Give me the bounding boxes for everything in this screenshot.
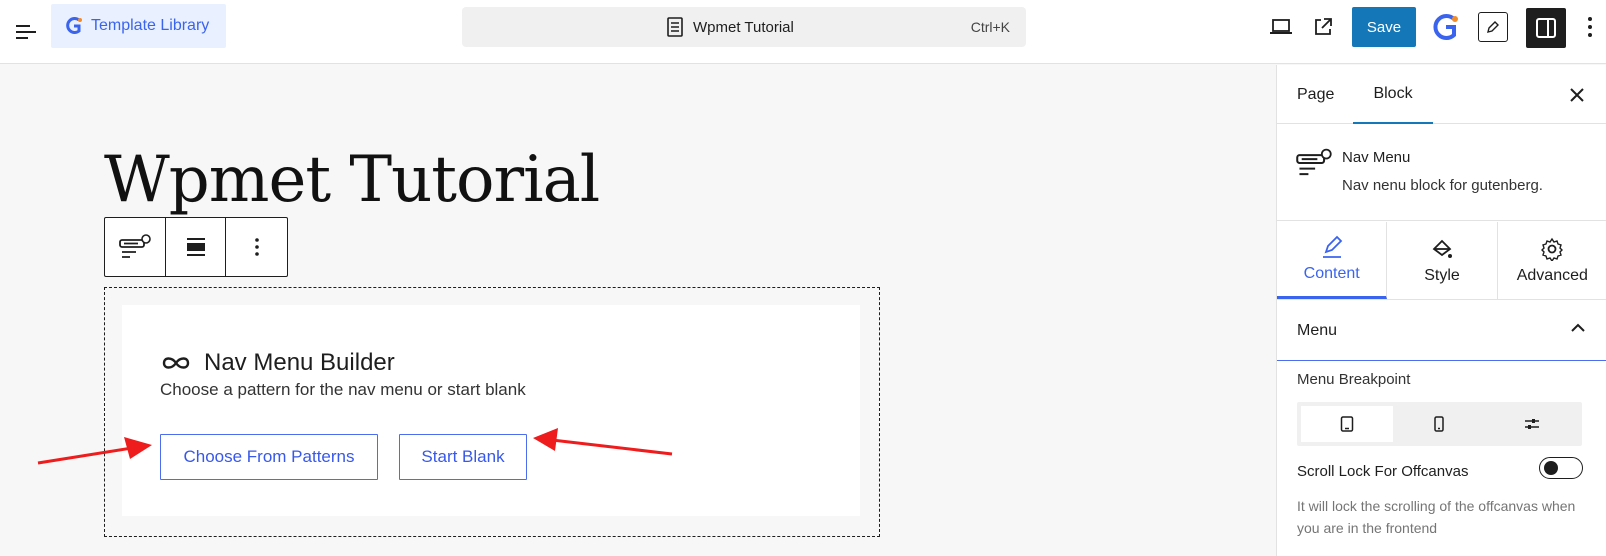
sidebar-tabs: Page Block [1277, 65, 1606, 124]
block-card: Nav Menu Nav nenu block for gutenberg. [1277, 125, 1606, 221]
gutenkit-button[interactable] [1428, 9, 1464, 45]
scroll-lock-toggle[interactable] [1539, 457, 1583, 479]
paint-bucket-icon [1432, 239, 1452, 258]
toggle-knob [1544, 461, 1558, 475]
tab-style-label: Style [1424, 266, 1460, 284]
page-icon [667, 17, 683, 37]
tablet-icon [1340, 416, 1354, 432]
more-vertical-icon [1588, 17, 1592, 37]
desktop-icon [1270, 19, 1292, 34]
sidebar-icon [1536, 18, 1556, 38]
document-bar[interactable]: Wpmet Tutorial Ctrl+K [462, 7, 1026, 47]
editor-canvas: Wpmet Tutorial Nav Menu Builder Choose a… [0, 65, 1275, 556]
tab-style[interactable]: Style [1387, 222, 1498, 299]
chevron-up-icon [1571, 323, 1585, 332]
gear-icon [1541, 237, 1564, 261]
view-post-button[interactable] [1305, 9, 1341, 45]
pencil-icon [1322, 235, 1342, 258]
save-button[interactable]: Save [1352, 7, 1416, 47]
pen-icon [1487, 21, 1499, 33]
annotation-arrows [37, 428, 673, 465]
nav-menu-icon [1296, 148, 1332, 176]
template-library-label: Template Library [91, 17, 210, 34]
settings-sidebar: Page Block Nav Menu Nav nenu block for g… [1276, 65, 1606, 556]
sliders-icon [1524, 419, 1539, 429]
close-sidebar-button[interactable] [1559, 77, 1595, 113]
panel-title: Menu [1297, 321, 1338, 339]
list-view-icon [16, 25, 36, 39]
menu-breakpoint-label: Menu Breakpoint [1297, 371, 1411, 388]
close-icon [1570, 88, 1584, 102]
settings-sidebar-toggle[interactable] [1526, 8, 1566, 48]
tab-content-label: Content [1303, 265, 1360, 282]
document-title: Wpmet Tutorial [693, 18, 794, 36]
block-settings-tabs: Content Style Advanced [1277, 222, 1606, 300]
template-library-button[interactable]: Template Library [51, 4, 226, 48]
gutenkit-logo-icon [66, 17, 82, 34]
preview-button[interactable] [1263, 9, 1299, 45]
document-title-group: Wpmet Tutorial [667, 7, 794, 47]
scroll-lock-label: Scroll Lock For Offcanvas [1297, 463, 1469, 480]
breakpoint-custom[interactable] [1486, 406, 1578, 442]
breakpoint-tablet[interactable] [1301, 406, 1394, 442]
breakpoint-mobile[interactable] [1393, 406, 1485, 442]
tab-advanced-label: Advanced [1516, 266, 1588, 284]
tab-content[interactable]: Content [1277, 222, 1388, 299]
top-toolbar: Template Library Wpmet Tutorial Ctrl+K S… [0, 0, 1606, 64]
menu-panel-toggle[interactable]: Menu [1277, 301, 1606, 361]
command-shortcut: Ctrl+K [970, 19, 1010, 35]
arrow-to-start-blank [533, 428, 673, 456]
mobile-icon [1434, 416, 1445, 432]
block-card-description: Nav nenu block for gutenberg. [1342, 177, 1543, 194]
block-card-title: Nav Menu [1342, 149, 1411, 166]
options-button[interactable] [1578, 9, 1602, 45]
tab-advanced[interactable]: Advanced [1498, 222, 1606, 299]
gutenkit-logo-icon [1433, 14, 1458, 40]
document-overview-button[interactable] [8, 14, 44, 50]
tools-button[interactable] [1478, 12, 1508, 42]
scroll-lock-help: It will lock the scrolling of the offcan… [1297, 498, 1576, 536]
arrow-to-patterns [37, 437, 152, 465]
menu-breakpoint-control [1297, 402, 1582, 446]
tab-block[interactable]: Block [1353, 65, 1433, 124]
block-card-icon-wrap [1295, 147, 1333, 184]
tab-page[interactable]: Page [1297, 65, 1334, 124]
external-link-icon [1315, 18, 1332, 35]
